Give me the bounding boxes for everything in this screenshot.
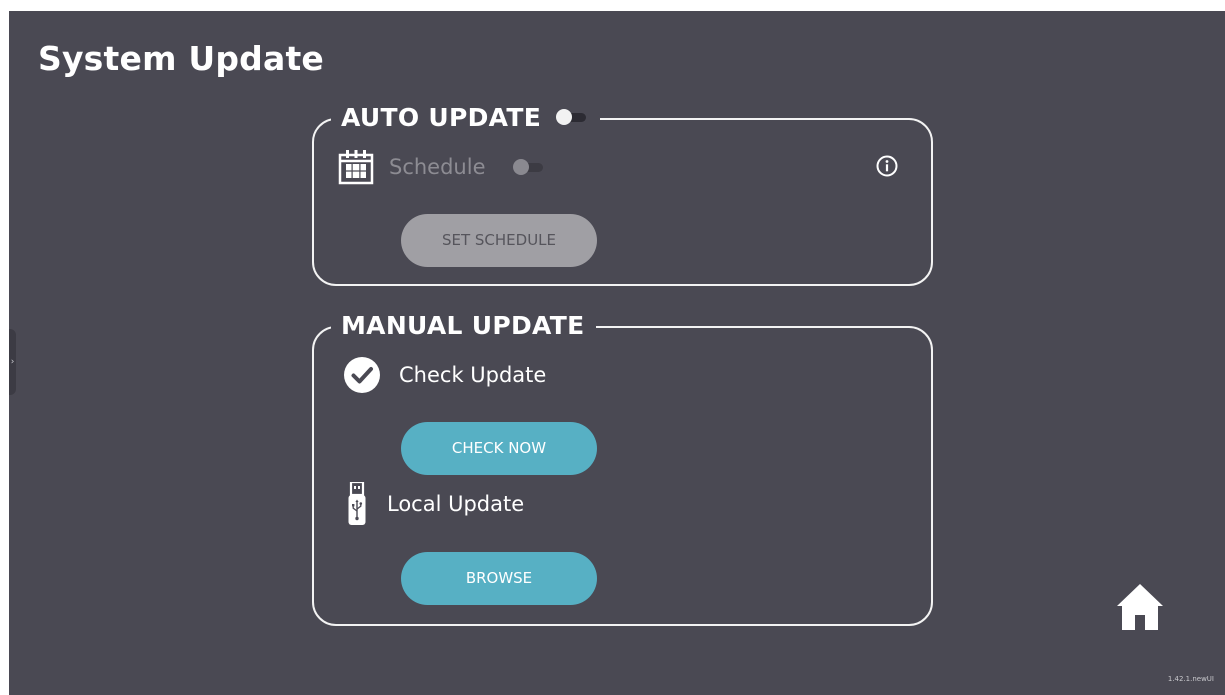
info-icon[interactable]: [876, 155, 898, 177]
schedule-toggle[interactable]: [512, 159, 545, 175]
auto-update-header: AUTO UPDATE: [331, 99, 601, 135]
version-label: 1.42.1.newUI: [1167, 675, 1214, 683]
auto-update-toggle[interactable]: [556, 109, 588, 125]
local-update-row: Local Update: [348, 482, 524, 526]
system-update-screen: System Update › AUTO UPDATE Schedule SET…: [9, 11, 1225, 695]
page-title: System Update: [38, 39, 325, 78]
check-update-row: Check Update: [343, 356, 546, 394]
auto-update-title: AUTO UPDATE: [341, 102, 542, 132]
home-icon[interactable]: [1116, 582, 1164, 632]
auto-update-section: AUTO UPDATE Schedule SET SCHEDULE: [312, 99, 933, 286]
manual-update-header: MANUAL UPDATE: [331, 307, 597, 343]
schedule-row: Schedule: [338, 149, 545, 185]
check-update-label: Check Update: [399, 363, 547, 387]
check-now-button[interactable]: CHECK NOW: [401, 422, 597, 475]
schedule-label: Schedule: [389, 155, 486, 179]
manual-update-title: MANUAL UPDATE: [341, 310, 585, 340]
check-circle-icon: [344, 357, 380, 393]
calendar-icon: [338, 150, 374, 185]
usb-drive-icon: [348, 482, 366, 525]
chevron-right-icon: ›: [10, 357, 15, 367]
manual-update-section: MANUAL UPDATE Check Update CHECK NOW Loc…: [312, 307, 933, 626]
browse-button[interactable]: BROWSE: [401, 552, 597, 605]
set-schedule-button[interactable]: SET SCHEDULE: [401, 214, 597, 267]
side-panel-handle[interactable]: ›: [9, 329, 16, 395]
local-update-label: Local Update: [387, 492, 525, 516]
